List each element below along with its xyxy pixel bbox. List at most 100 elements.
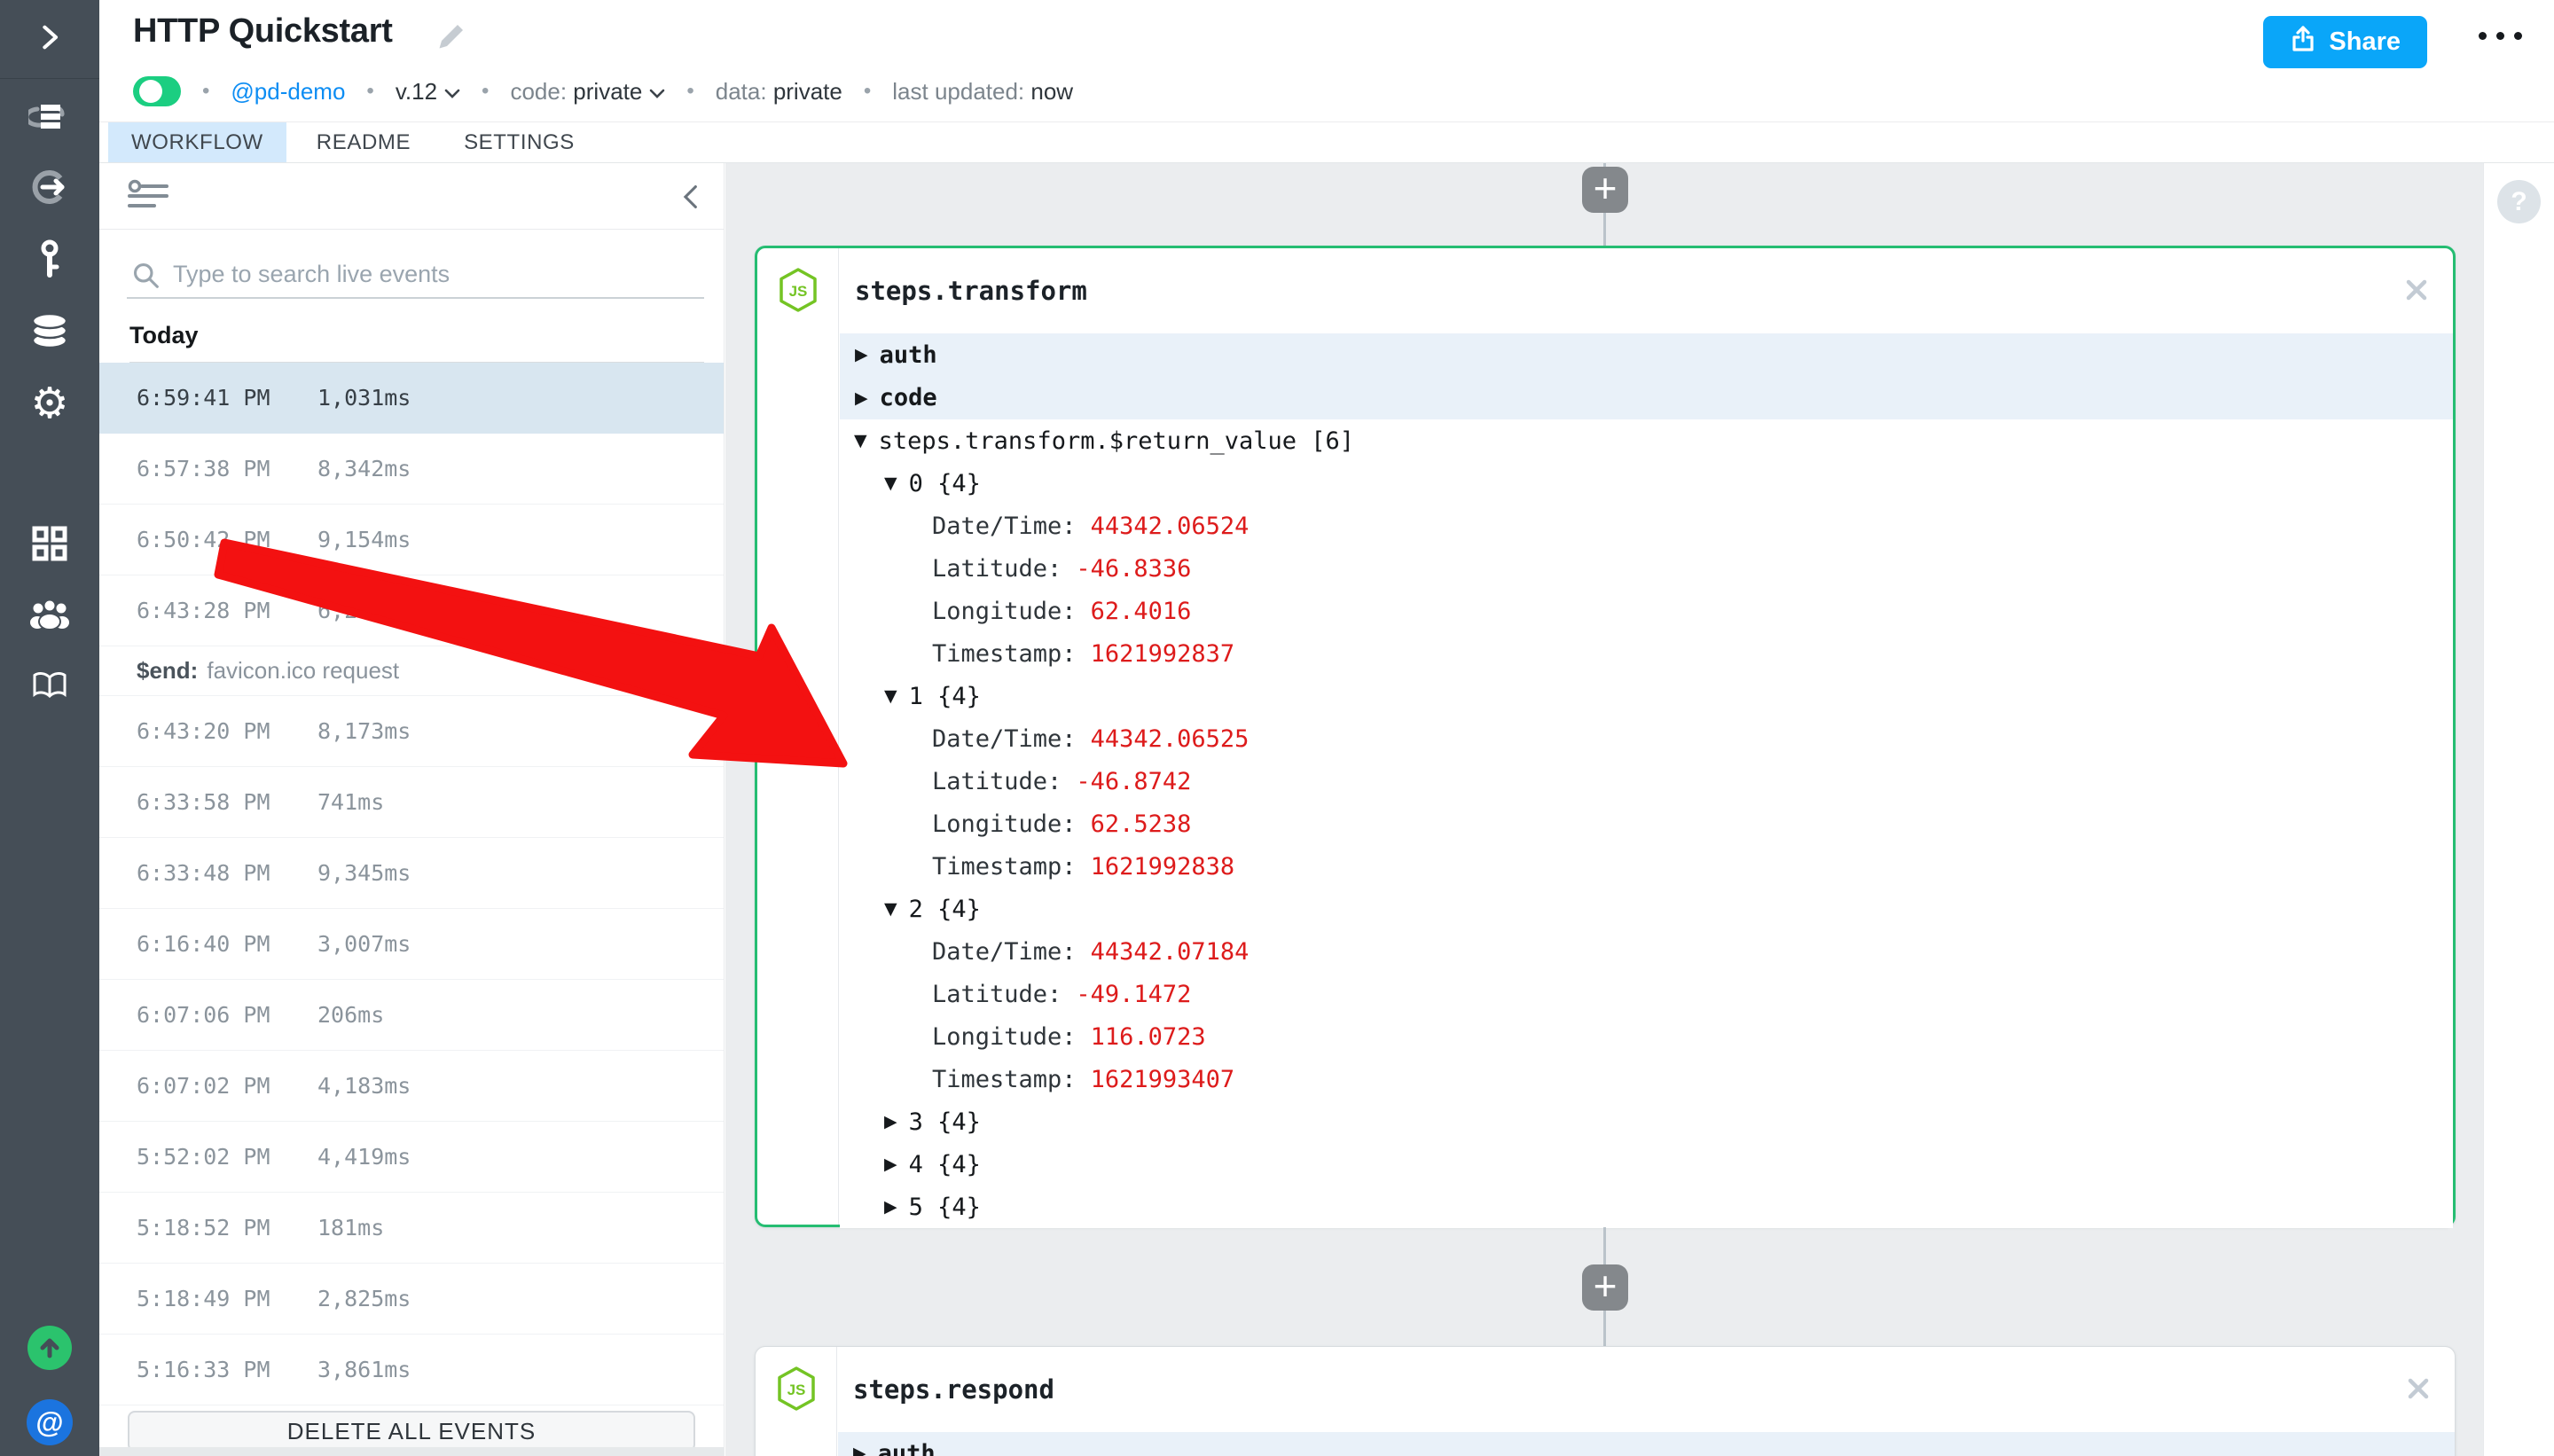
tree-index-label: 5 {4} <box>909 1194 981 1221</box>
event-duration: 741ms <box>317 789 384 815</box>
field-value: 62.4016 <box>1091 598 1192 625</box>
edit-title-pencil-icon[interactable] <box>435 21 466 58</box>
event-time: 6:33:58 PM <box>137 789 317 815</box>
triangle-collapsed-icon[interactable]: ▶ <box>884 1112 897 1131</box>
delete-all-events-button[interactable]: DELETE ALL EVENTS <box>128 1411 695 1452</box>
event-row[interactable]: 6:59:41 PM1,031ms <box>99 363 724 434</box>
respond-sections: ▶auth <box>838 1432 2455 1456</box>
field-value: -46.8336 <box>1076 555 1191 583</box>
tree-index-label: 2 {4} <box>909 896 981 923</box>
help-button[interactable]: ? <box>2497 180 2541 223</box>
sidebar-item-workflows[interactable] <box>0 83 99 154</box>
tree-index-row[interactable]: ▼1 {4} <box>840 675 2453 717</box>
add-step-button-top[interactable]: + <box>1582 167 1628 213</box>
event-duration: 206ms <box>317 1002 384 1028</box>
sidebar-item-docs[interactable] <box>0 652 99 723</box>
sidebar-item-sql[interactable] <box>0 297 99 368</box>
tree-field-row: Date/Time:44342.06525 <box>840 717 2453 760</box>
events-section-label: Today <box>129 322 704 363</box>
tree-index-row[interactable]: ▶3 {4} <box>840 1100 2453 1143</box>
triangle-expanded-icon[interactable]: ▼ <box>884 686 897 706</box>
tree-index-label: 4 {4} <box>909 1151 981 1178</box>
panel-footer-strip <box>99 1447 724 1456</box>
step-card-transform[interactable]: JS steps.transform ▶auth▶code ▼steps.tra… <box>755 246 2456 1227</box>
field-key: Timestamp: <box>932 1066 1077 1093</box>
event-row[interactable]: 5:18:49 PM2,825ms <box>99 1264 724 1335</box>
tree-field-row: Longitude:62.5238 <box>840 802 2453 845</box>
event-time: 5:18:52 PM <box>137 1215 317 1241</box>
transform-sections: ▶auth▶code <box>840 333 2453 419</box>
field-key: Longitude: <box>932 598 1077 625</box>
event-row[interactable]: 6:16:40 PM3,007ms <box>99 909 724 980</box>
tree-index-row[interactable]: ▼ 2 {4} <box>840 888 2453 930</box>
step-card-respond[interactable]: JS steps.respond ▶auth <box>755 1346 2456 1456</box>
event-row[interactable]: 5:16:33 PM3,861ms <box>99 1335 724 1405</box>
add-step-button-bottom[interactable]: + <box>1582 1264 1628 1311</box>
event-row[interactable]: 6:07:06 PM206ms <box>99 980 724 1051</box>
event-row[interactable]: 6:50:42 PM9,154ms <box>99 505 724 575</box>
event-row[interactable]: 6:33:58 PM741ms <box>99 767 724 838</box>
event-row[interactable]: 5:18:52 PM181ms <box>99 1193 724 1264</box>
triangle-expanded-icon[interactable]: ▼ <box>854 431 867 450</box>
code-visibility-dropdown[interactable]: code: private <box>510 78 665 106</box>
event-row[interactable]: 6:43:28 PM6,293ms <box>99 575 724 646</box>
sidebar-item-community[interactable] <box>0 580 99 651</box>
event-row[interactable]: 6:57:38 PM8,342ms <box>99 434 724 505</box>
field-value: 1621993407 <box>1091 1066 1235 1093</box>
triangle-collapsed-icon[interactable]: ▶ <box>884 1155 897 1174</box>
triangle-expanded-icon[interactable]: ▼ <box>884 474 897 493</box>
event-duration: 1,031ms <box>317 385 411 411</box>
event-time: 6:43:28 PM <box>137 598 317 623</box>
owner-link[interactable]: @pd-demo <box>231 78 345 106</box>
workflow-canvas: + JS steps.transform ▶auth▶code ▼steps.t… <box>725 163 2483 1456</box>
triangle-expanded-icon[interactable]: ▼ <box>884 899 897 919</box>
sidebar-item-apps[interactable] <box>0 510 99 581</box>
tree-index-row[interactable]: ▶ 5 {4} <box>840 1186 2453 1228</box>
event-row[interactable]: 6:43:20 PM8,173ms <box>99 696 724 767</box>
sidebar-expand-button[interactable] <box>0 7 99 71</box>
chevron-down-icon <box>444 78 460 106</box>
version-dropdown[interactable]: v.12 <box>396 78 460 106</box>
event-duration: 2,825ms <box>317 1286 411 1311</box>
sidebar-item-settings[interactable]: ⚙ <box>0 369 99 440</box>
at-sign-icon: @ <box>27 1399 73 1445</box>
section-row-auth[interactable]: ▶auth <box>840 333 2453 377</box>
key-icon <box>32 239 67 283</box>
tree-index-row[interactable]: ▶ 4 {4} <box>840 1143 2453 1186</box>
triangle-collapsed-icon[interactable]: ▶ <box>853 1444 866 1456</box>
section-row-auth[interactable]: ▶auth <box>838 1432 2455 1456</box>
sidebar-item-event-sources[interactable] <box>0 155 99 226</box>
section-row-code[interactable]: ▶code <box>840 377 2453 420</box>
event-duration: 9,345ms <box>317 860 411 886</box>
close-icon[interactable] <box>2407 1377 2430 1405</box>
tree-root-row[interactable]: ▼steps.transform.$return_value [6] <box>840 419 2453 462</box>
svg-text:JS: JS <box>789 283 808 300</box>
deploy-toggle[interactable] <box>133 76 181 106</box>
more-options-button[interactable] <box>2473 27 2527 45</box>
tab-settings[interactable]: SETTINGS <box>441 122 598 162</box>
triangle-collapsed-icon[interactable]: ▶ <box>884 1197 897 1217</box>
event-row[interactable]: 6:33:48 PM9,345ms <box>99 838 724 909</box>
filter-icon[interactable] <box>128 179 168 217</box>
close-icon[interactable] <box>2405 278 2428 306</box>
data-visibility: data: private <box>716 78 842 106</box>
tab-workflow[interactable]: WORKFLOW <box>108 122 286 162</box>
search-input[interactable] <box>127 251 704 297</box>
sidebar-profile-avatar[interactable]: @ <box>0 1396 99 1449</box>
collapse-panel-chevron-icon[interactable] <box>679 184 701 214</box>
tree-field-row: Latitude:-46.8336 <box>840 547 2453 590</box>
event-row[interactable]: 6:07:02 PM4,183ms <box>99 1051 724 1122</box>
event-time: 5:18:49 PM <box>137 1286 317 1311</box>
triangle-collapsed-icon[interactable]: ▶ <box>855 388 868 408</box>
event-row[interactable]: 5:52:02 PM4,419ms <box>99 1122 724 1193</box>
tree-field-row: Timestamp:1621992837 <box>840 632 2453 675</box>
triangle-collapsed-icon[interactable]: ▶ <box>855 345 868 364</box>
step-title: steps.transform <box>840 276 1087 306</box>
tab-readme[interactable]: README <box>294 122 434 162</box>
sidebar-item-accounts[interactable] <box>0 225 99 296</box>
events-list: 6:59:41 PM1,031ms6:57:38 PM8,342ms6:50:4… <box>99 363 724 1405</box>
share-button[interactable]: Share <box>2263 16 2427 68</box>
tree-index-row[interactable]: ▼0 {4} <box>840 462 2453 505</box>
field-key: Date/Time: <box>932 513 1077 540</box>
sidebar-deploy-button[interactable] <box>0 1325 99 1371</box>
